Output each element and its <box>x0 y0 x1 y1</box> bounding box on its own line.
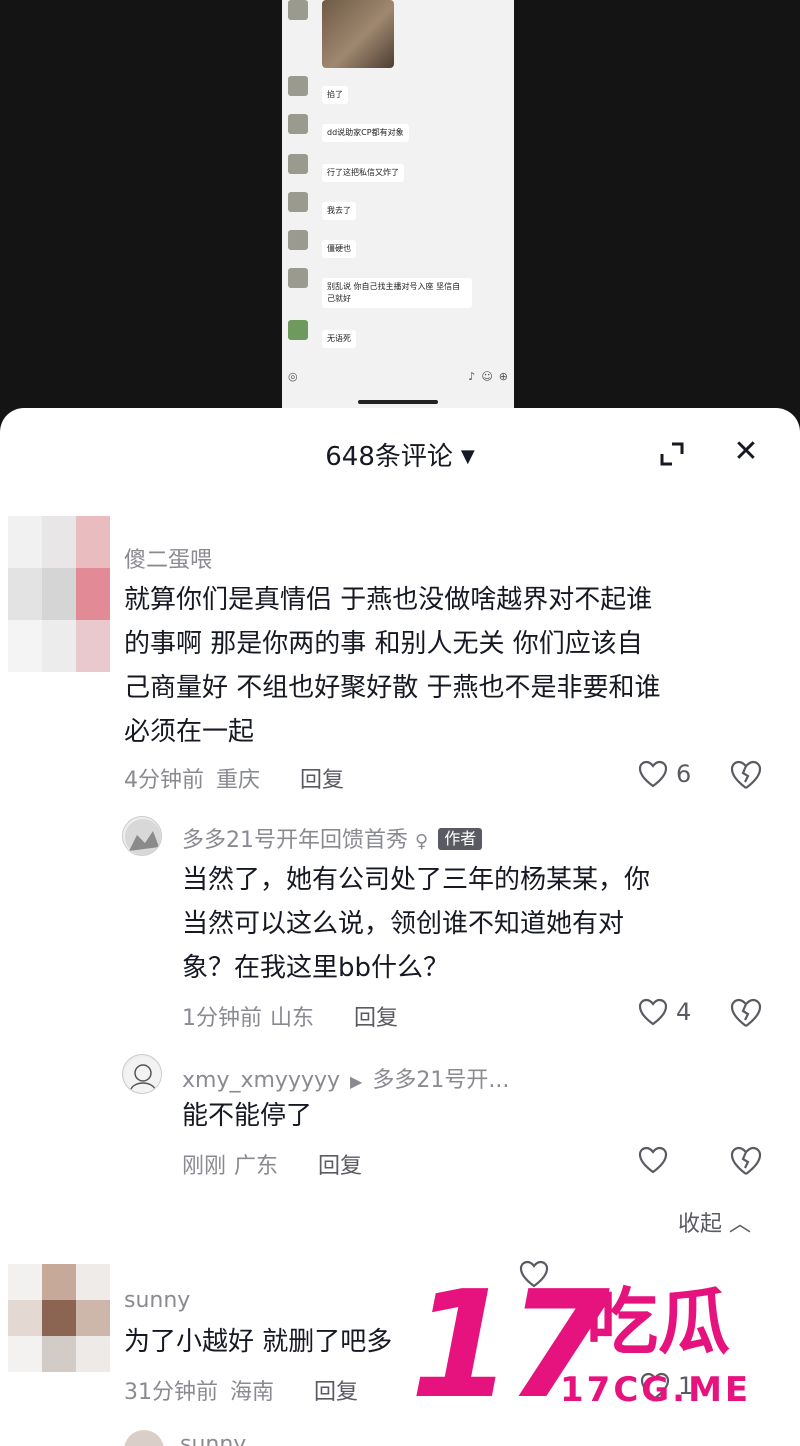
chat-message: 行了这把私信又炸了 <box>288 154 404 182</box>
chat-avatar <box>288 154 308 174</box>
heart-icon <box>638 998 668 1026</box>
like-count: 4 <box>676 998 692 1026</box>
chat-bubble: 僵硬也 <box>322 240 356 258</box>
caret-down-icon: ▼ <box>460 446 475 467</box>
chat-message: 掐了 <box>288 76 348 104</box>
chat-message: 别乱说 你自己找主播对号入座 坚信自己就好 <box>288 268 472 308</box>
reply-text: 当然了，她有公司处了三年的杨某某，你 当然可以这么说，领创谁不知道她有对 象？在… <box>182 865 651 983</box>
heart-icon <box>638 760 668 788</box>
comment-text: 为了小越好 就删了吧多 <box>124 1327 393 1357</box>
chat-bubble: 别乱说 你自己找主播对号入座 坚信自己就好 <box>322 278 472 308</box>
chat-avatar <box>288 320 308 340</box>
reply-text: 能不能停了 <box>182 1101 313 1131</box>
author-tag: 作者 <box>438 828 483 850</box>
expand-icon[interactable] <box>658 440 686 468</box>
broken-heart-icon[interactable] <box>730 760 762 790</box>
chat-bubble: dd说助家CP都有对象 <box>322 124 409 142</box>
comment-location: 重庆 <box>216 768 261 793</box>
chat-message: 无语死 <box>288 320 356 348</box>
comment-meta: 4分钟前 重庆 回复 <box>124 762 344 794</box>
like-button[interactable] <box>638 1146 676 1174</box>
reply-username[interactable]: xmy_xmyyyyy ▶ 多多21号开... <box>182 1062 509 1094</box>
reply-button[interactable]: 回复 <box>300 762 344 794</box>
broken-heart-icon[interactable] <box>730 998 762 1028</box>
mic-icon: ♪ <box>468 369 476 383</box>
like-count: 6 <box>676 760 692 788</box>
reply-button[interactable]: 回复 <box>318 1148 362 1180</box>
chat-bubble: 我去了 <box>322 202 356 220</box>
embedded-chat-screenshot: 掐了 dd说助家CP都有对象 行了这把私信又炸了 我去了 僵硬也 别乱说 你自己… <box>282 0 514 410</box>
chat-message: 僵硬也 <box>288 230 356 258</box>
gender-icon: ♀ <box>415 831 429 852</box>
reply-location: 山东 <box>270 1006 315 1031</box>
emoji-icon: ☺ <box>481 369 493 383</box>
home-indicator <box>358 400 438 404</box>
chat-input-bar: ◎ ♪ ☺ ⊕ <box>282 364 514 388</box>
chat-bubble: 行了这把私信又炸了 <box>322 164 404 182</box>
reply-location: 广东 <box>234 1154 279 1179</box>
chat-bubble: 掐了 <box>322 86 348 104</box>
chat-avatar <box>288 76 308 96</box>
comment-username[interactable]: sunny <box>124 1288 190 1313</box>
comment-text: 就算你们是真情侣 于燕也没做啥越界对不起谁 的事啊 那是你两的事 和别人无关 你… <box>124 585 661 747</box>
reply-username[interactable]: 多多21号开年回馈首秀 ♀ 作者 <box>182 822 483 854</box>
close-icon[interactable]: ✕ <box>732 437 760 467</box>
comment-meta: 31分钟前 海南 回复 <box>124 1374 358 1406</box>
reply-meta: 刚刚 广东 回复 <box>182 1148 362 1180</box>
comment-location: 海南 <box>230 1380 275 1405</box>
plus-icon: ⊕ <box>498 369 508 383</box>
avatar[interactable] <box>8 516 110 672</box>
watermark-chinese: 吃瓜 <box>586 1280 731 1364</box>
avatar[interactable] <box>124 1430 164 1446</box>
avatar[interactable] <box>8 1264 110 1372</box>
chat-avatar <box>288 268 308 288</box>
chat-message: dd说助家CP都有对象 <box>288 114 409 142</box>
collapse-replies-button[interactable]: 收起 ︿ <box>678 1206 751 1238</box>
avatar[interactable] <box>122 1054 162 1094</box>
watermark-logo: 17 吃瓜 17CG.ME <box>410 1270 790 1440</box>
chat-avatar <box>288 0 308 20</box>
watermark-domain: 17CG.ME <box>560 1370 752 1410</box>
reply-button[interactable]: 回复 <box>354 1000 398 1032</box>
comment-count-title: 648条评论 <box>325 442 453 472</box>
broken-heart-icon[interactable] <box>730 1146 762 1176</box>
comment-username[interactable]: sunny <box>180 1432 246 1446</box>
chat-message: 我去了 <box>288 192 356 220</box>
reply-time: 刚刚 <box>182 1154 227 1179</box>
chat-image-message <box>288 0 394 68</box>
chat-avatar <box>288 114 308 134</box>
like-button[interactable]: 6 <box>638 760 691 788</box>
reply-time: 1分钟前 <box>182 1006 262 1031</box>
comment-username[interactable]: 傻二蛋喂 <box>124 542 212 574</box>
chat-image <box>322 0 394 68</box>
reply-meta: 1分钟前 山东 回复 <box>182 1000 398 1032</box>
reply-arrow-icon: ▶ <box>350 1072 363 1091</box>
comment-time: 31分钟前 <box>124 1380 218 1405</box>
voice-icon: ◎ <box>288 369 298 383</box>
heart-icon <box>638 1146 668 1174</box>
chat-avatar <box>288 230 308 250</box>
reply-to-username[interactable]: 多多21号开... <box>372 1068 509 1093</box>
reply-button[interactable]: 回复 <box>314 1374 358 1406</box>
like-button[interactable]: 4 <box>638 998 691 1026</box>
comment-time: 4分钟前 <box>124 768 204 793</box>
chat-avatar <box>288 192 308 212</box>
chat-bubble: 无语死 <box>322 330 356 348</box>
avatar[interactable] <box>122 816 162 856</box>
